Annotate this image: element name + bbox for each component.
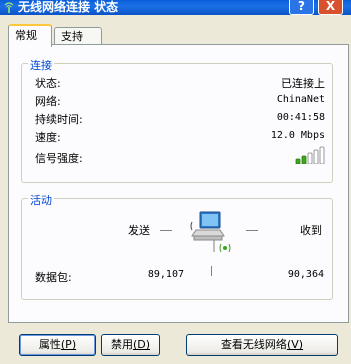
title-bar[interactable]: 无线网络连接 状态 ? X [0, 0, 351, 15]
activity-group-title: 活动 [28, 192, 54, 208]
duration-label: 持续时间: [35, 113, 83, 126]
view-wireless-networks-key: (V) [286, 338, 304, 351]
signal-bar [313, 149, 319, 164]
sent-divider [160, 230, 172, 231]
signal-strength-label: 信号强度: [35, 152, 83, 165]
sent-label: 发送 [128, 224, 150, 237]
packets-label: 数据包: [35, 271, 72, 284]
disable-button-key: (D) [132, 338, 151, 351]
window-title: 无线网络连接 状态 [18, 0, 119, 14]
tab-support[interactable]: 支持 [54, 27, 102, 45]
view-wireless-networks-button[interactable]: 查看无线网络(V) [186, 334, 338, 356]
status-value: 已连接上 [281, 77, 325, 90]
signal-bars-icon [295, 146, 325, 164]
wireless-computer-icon [190, 211, 231, 253]
network-value: ChinaNet [276, 94, 325, 105]
signal-bar [307, 152, 313, 164]
properties-button-label: 属性 [38, 338, 61, 351]
signal-bar [319, 146, 325, 164]
packets-divider [211, 266, 212, 276]
connection-group-title: 连接 [28, 57, 54, 73]
disable-button[interactable]: 禁用(D) [101, 334, 160, 356]
disable-button-label: 禁用 [110, 338, 133, 351]
speed-label: 速度: [35, 131, 61, 144]
speed-value: 12.0 Mbps [270, 130, 325, 141]
help-button[interactable]: ? [289, 0, 314, 15]
received-divider [246, 230, 258, 231]
duration-value: 00:41:58 [276, 112, 325, 123]
properties-button[interactable]: 属性(P) [19, 334, 96, 356]
tab-general[interactable]: 常规 [8, 24, 52, 47]
signal-bar [301, 155, 307, 164]
close-button[interactable]: X [318, 0, 343, 15]
signal-bar [295, 158, 301, 164]
packets-received-value: 90,364 [287, 269, 324, 280]
packets-sent-value: 89,107 [147, 269, 184, 280]
wireless-connection-icon [4, 2, 14, 13]
network-label: 网络: [35, 95, 61, 108]
properties-button-key: (P) [60, 338, 77, 351]
received-label: 收到 [300, 224, 322, 237]
status-label: 状态: [35, 77, 61, 90]
view-wireless-networks-label: 查看无线网络 [220, 338, 287, 351]
